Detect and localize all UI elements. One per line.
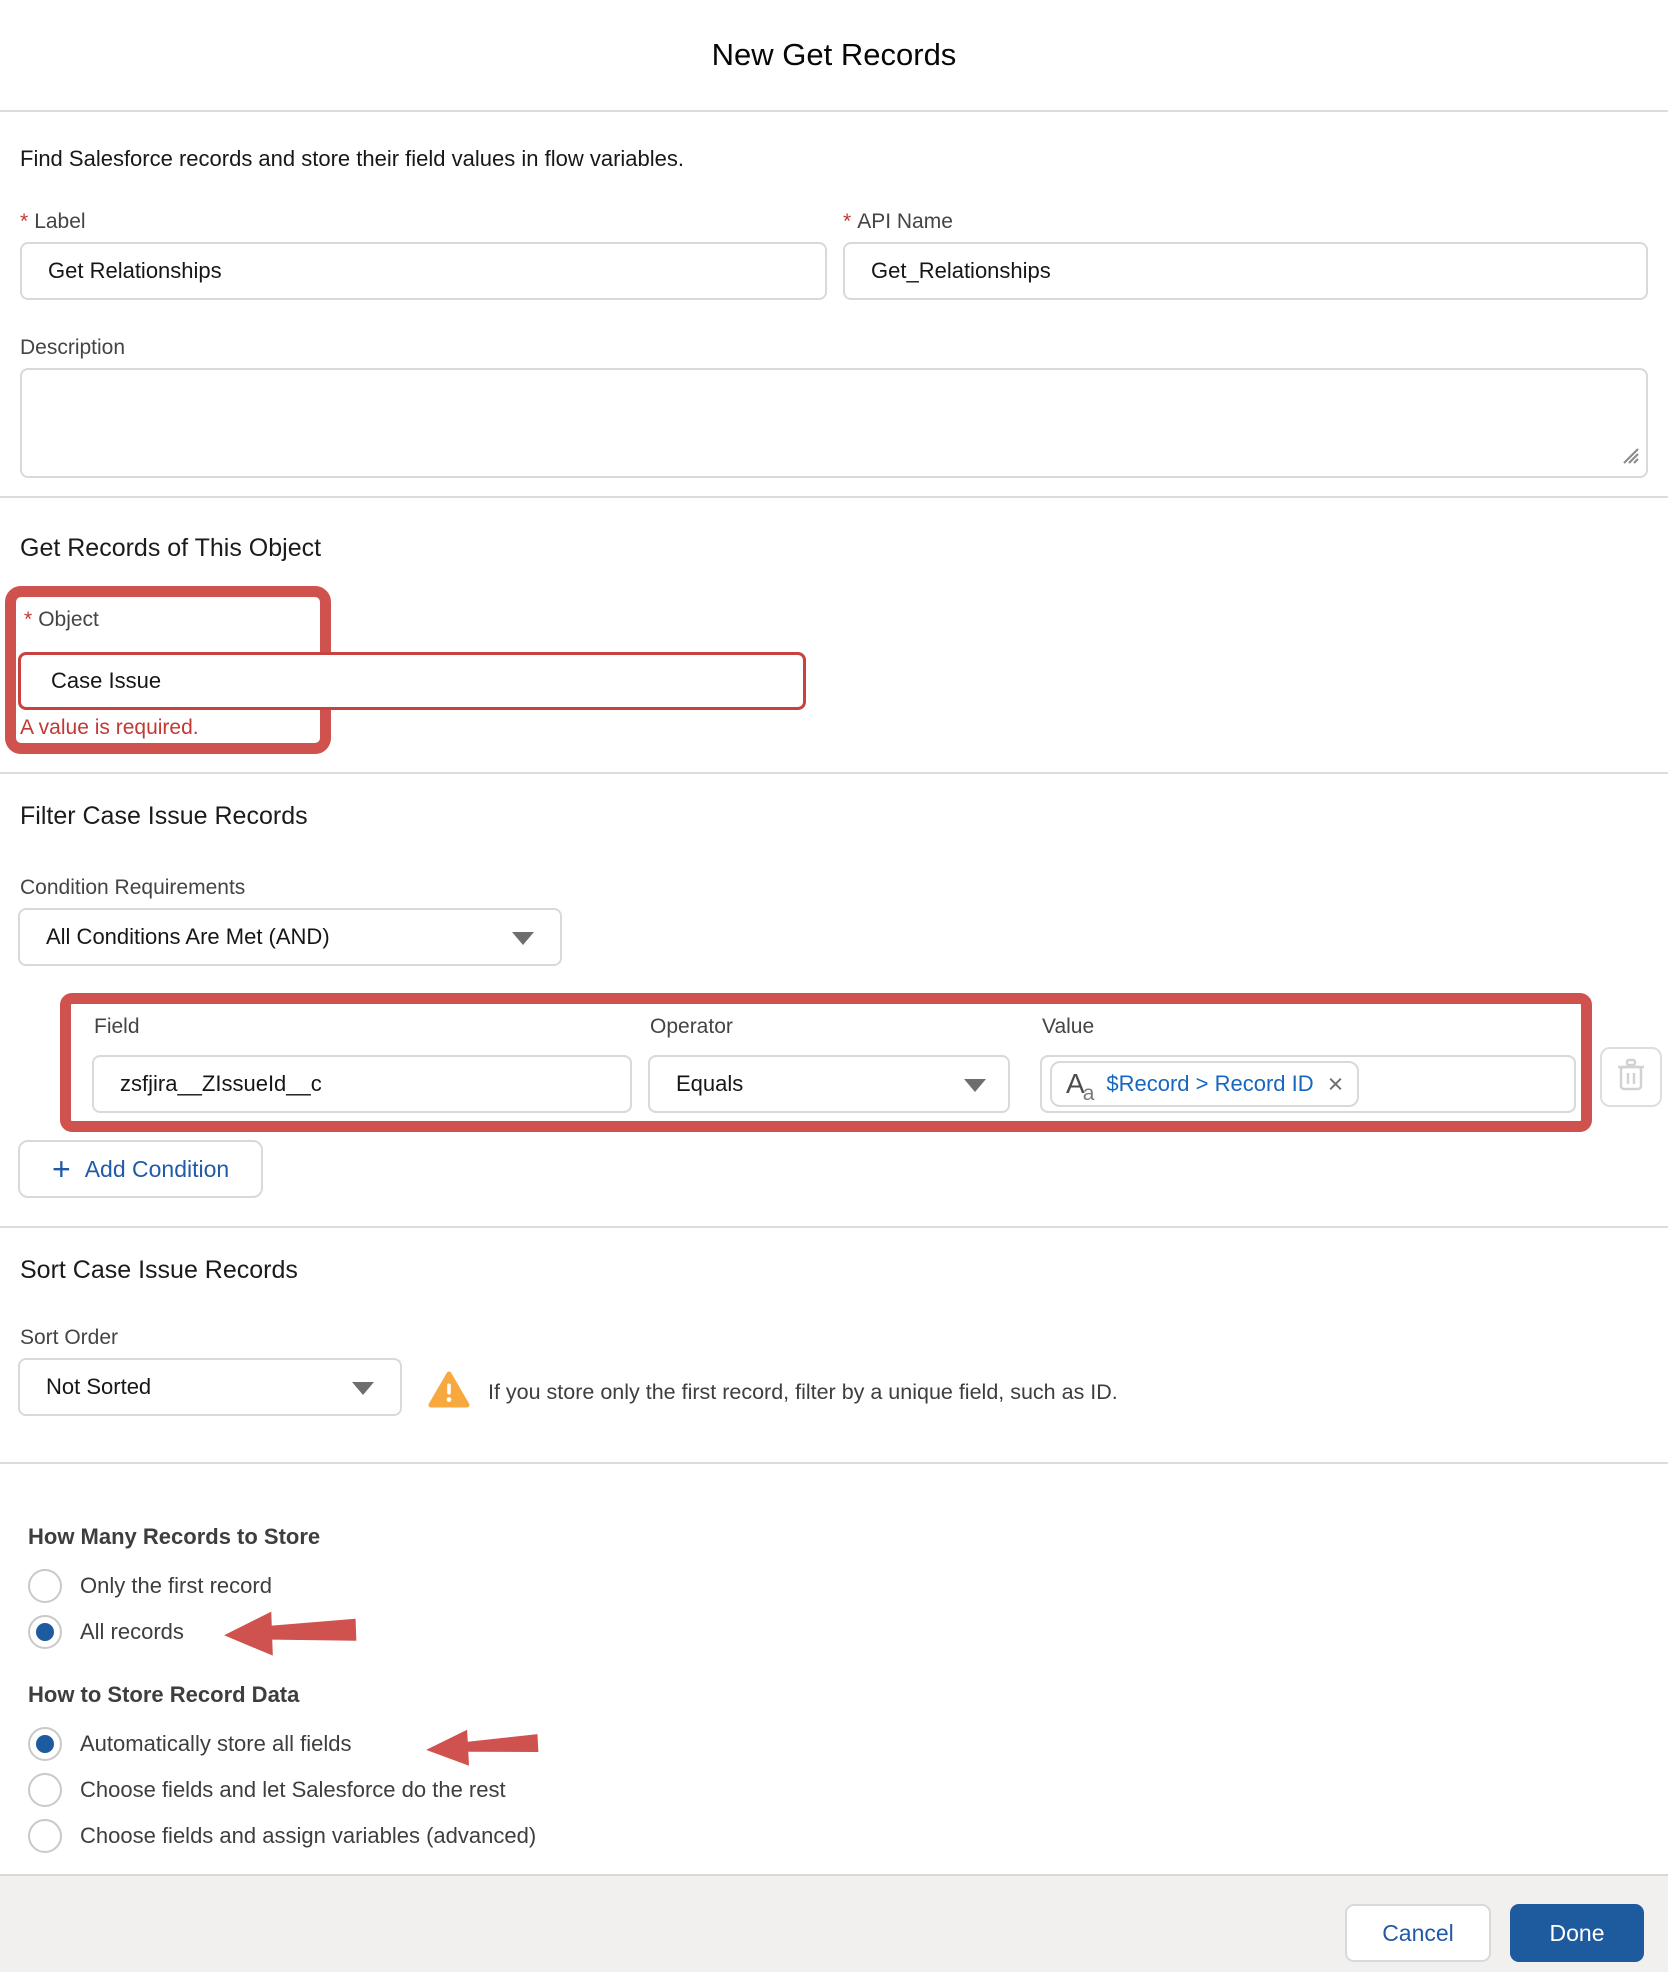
close-icon[interactable]: × bbox=[1328, 1069, 1344, 1100]
object-error-message: A value is required. bbox=[20, 716, 199, 740]
condition-requirements-select[interactable]: All Conditions Are Met (AND) bbox=[18, 908, 562, 966]
radio-automatically-store[interactable]: Automatically store all fields bbox=[28, 1724, 351, 1764]
radio-choose-fields-advanced[interactable]: Choose fields and assign variables (adva… bbox=[28, 1816, 536, 1856]
trash-icon bbox=[1616, 1058, 1646, 1097]
radio-only-first-record[interactable]: Only the first record bbox=[28, 1566, 272, 1606]
sort-warning: If you store only the first record, filt… bbox=[428, 1370, 1118, 1414]
section-divider bbox=[0, 1462, 1668, 1464]
radio-button-icon[interactable] bbox=[28, 1615, 62, 1649]
object-combobox[interactable]: Case Issue bbox=[18, 652, 806, 710]
api-name-field-group: *API Name Get_Relationships bbox=[843, 210, 1648, 300]
radio-button-icon[interactable] bbox=[28, 1569, 62, 1603]
resize-handle-icon[interactable] bbox=[1618, 443, 1640, 470]
condition-value-combobox[interactable]: Aa $Record > Record ID × bbox=[1040, 1055, 1576, 1113]
section-divider bbox=[0, 1226, 1668, 1228]
condition-field-label: Field bbox=[94, 1015, 140, 1039]
description-field-label: Description bbox=[20, 336, 1648, 360]
delete-condition-button[interactable] bbox=[1600, 1047, 1662, 1107]
radio-button-icon[interactable] bbox=[28, 1819, 62, 1853]
annotation-arrow-icon bbox=[424, 1726, 540, 1766]
how-to-store-heading: How to Store Record Data bbox=[28, 1682, 299, 1708]
cancel-button[interactable]: Cancel bbox=[1345, 1904, 1491, 1962]
new-get-records-dialog: New Get Records Find Salesforce records … bbox=[0, 0, 1668, 1972]
radio-choose-fields-salesforce[interactable]: Choose fields and let Salesforce do the … bbox=[28, 1770, 506, 1810]
warning-text: If you store only the first record, filt… bbox=[488, 1380, 1118, 1405]
sort-order-select[interactable]: Not Sorted bbox=[18, 1358, 402, 1416]
warning-icon bbox=[428, 1371, 470, 1414]
how-many-records-heading: How Many Records to Store bbox=[28, 1524, 320, 1550]
api-name-field-label: *API Name bbox=[843, 210, 1648, 234]
dialog-header: New Get Records bbox=[0, 0, 1668, 112]
text-type-icon: Aa bbox=[1066, 1068, 1094, 1100]
value-pill-text: $Record > Record ID bbox=[1106, 1071, 1313, 1097]
object-field-group: *Object Case Issue A value is required. bbox=[0, 586, 1668, 760]
sort-order-label: Sort Order bbox=[20, 1326, 118, 1350]
required-asterisk: * bbox=[24, 608, 32, 631]
page-title: New Get Records bbox=[0, 0, 1668, 110]
condition-row: Field zsfjira__ZIssueId__c Operator Equa… bbox=[0, 993, 1668, 1135]
label-field-group: *Label Get Relationships bbox=[20, 210, 827, 300]
section-divider bbox=[0, 496, 1668, 498]
condition-requirements-label: Condition Requirements bbox=[20, 876, 245, 900]
object-section-heading: Get Records of This Object bbox=[20, 534, 321, 563]
chevron-down-icon bbox=[352, 1382, 374, 1395]
object-field-label: *Object bbox=[24, 608, 99, 632]
label-field-label: *Label bbox=[20, 210, 827, 234]
filter-section-heading: Filter Case Issue Records bbox=[20, 802, 308, 831]
add-condition-button[interactable]: + Add Condition bbox=[18, 1140, 263, 1198]
sort-section-heading: Sort Case Issue Records bbox=[20, 1256, 298, 1285]
value-pill[interactable]: Aa $Record > Record ID × bbox=[1050, 1061, 1359, 1107]
label-input[interactable]: Get Relationships bbox=[20, 242, 827, 300]
description-field-group: Description bbox=[20, 336, 1648, 478]
radio-button-icon[interactable] bbox=[28, 1773, 62, 1807]
chevron-down-icon bbox=[964, 1079, 986, 1092]
dialog-footer: Cancel Done bbox=[0, 1874, 1668, 1972]
required-asterisk: * bbox=[843, 210, 851, 233]
condition-operator-select[interactable]: Equals bbox=[648, 1055, 1010, 1113]
dialog-description-text: Find Salesforce records and store their … bbox=[20, 146, 684, 172]
required-asterisk: * bbox=[20, 210, 28, 233]
condition-operator-label: Operator bbox=[650, 1015, 733, 1039]
api-name-input[interactable]: Get_Relationships bbox=[843, 242, 1648, 300]
condition-value-label: Value bbox=[1042, 1015, 1094, 1039]
condition-field-input[interactable]: zsfjira__ZIssueId__c bbox=[92, 1055, 632, 1113]
annotation-arrow-icon bbox=[222, 1608, 358, 1656]
radio-all-records[interactable]: All records bbox=[28, 1612, 184, 1652]
chevron-down-icon bbox=[512, 932, 534, 945]
done-button[interactable]: Done bbox=[1510, 1904, 1644, 1962]
radio-button-icon[interactable] bbox=[28, 1727, 62, 1761]
description-textarea[interactable] bbox=[20, 368, 1648, 478]
section-divider bbox=[0, 772, 1668, 774]
